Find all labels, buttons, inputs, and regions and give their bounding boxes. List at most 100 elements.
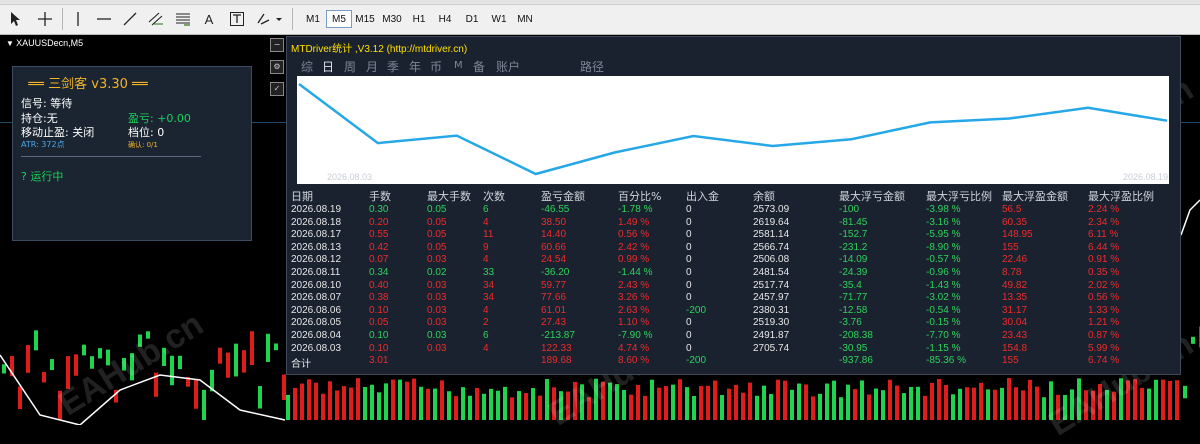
candle (1183, 385, 1187, 399)
candle (993, 389, 997, 420)
channel-icon[interactable] (147, 9, 165, 29)
timeframe-w1[interactable]: W1 (486, 10, 512, 28)
table-cell: -14.09 (839, 254, 868, 266)
table-cell: 1.33 % (1088, 304, 1120, 316)
candle (384, 383, 388, 420)
crosshair-icon[interactable] (36, 9, 54, 29)
horizontal-line-icon[interactable] (95, 9, 113, 29)
candle (433, 388, 437, 420)
table-cell: -1.15 % (926, 342, 961, 354)
column-header: 余额 (753, 190, 775, 203)
candle (356, 378, 360, 420)
settings-icon[interactable]: ⚙ (270, 60, 284, 74)
table-cell: 61.01 (541, 304, 567, 316)
tab-currency[interactable]: 币 (430, 58, 442, 75)
candle (286, 394, 290, 420)
table-cell: 23.43 (1002, 330, 1028, 341)
table-cell: 0 (686, 216, 692, 228)
candle (944, 384, 948, 420)
tab-monthly[interactable]: 月 (366, 58, 378, 75)
candle (552, 387, 556, 420)
column-header: 次数 (483, 190, 505, 203)
text-label-icon[interactable] (228, 9, 246, 29)
cursor-icon[interactable] (7, 9, 23, 29)
timeframe-m1[interactable]: M1 (300, 10, 326, 28)
timeframe-h4[interactable]: H4 (432, 10, 458, 28)
table-cell: -7.90 % (618, 330, 653, 341)
stats-panel-title: MTDriver统计 ,V3.12 (http://mtdriver.cn) (291, 44, 468, 55)
candle (293, 387, 297, 420)
column-header: 日期 (291, 190, 313, 203)
tab-weekly[interactable]: 周 (344, 58, 356, 75)
table-cell: -8.90 % (926, 241, 961, 253)
candle (671, 384, 675, 420)
candle (138, 334, 142, 347)
candle (1168, 380, 1172, 420)
tab-yearly[interactable]: 年 (409, 58, 421, 75)
candle (1042, 397, 1046, 420)
equity-line (298, 82, 1168, 176)
candle (307, 379, 311, 420)
shapes-icon[interactable] (255, 9, 285, 29)
candle (608, 382, 612, 420)
timeframe-d1[interactable]: D1 (459, 10, 485, 28)
minimize-icon[interactable]: − (270, 38, 284, 52)
candle (615, 384, 619, 420)
table-cell: 1.49 % (618, 216, 650, 228)
table-cell: -12.58 (839, 304, 868, 316)
tab-notes[interactable]: 备 (473, 58, 485, 75)
table-cell: 0.05 (427, 241, 447, 253)
fibonacci-icon[interactable] (174, 9, 192, 29)
table-cell: -3.98 % (926, 204, 961, 215)
text-icon[interactable]: A (201, 9, 217, 29)
timeframe-m30[interactable]: M30 (379, 10, 405, 28)
timeframe-h1[interactable]: H1 (406, 10, 432, 28)
candle (440, 380, 444, 420)
tab-path[interactable]: 路径 (580, 58, 604, 75)
tab-magic[interactable]: M (454, 60, 463, 71)
table-cell: 30.04 (1002, 317, 1028, 329)
table-cell: 0.20 (369, 216, 389, 228)
candle (531, 388, 535, 420)
candle (839, 397, 843, 420)
timeframe-mn[interactable]: MN (512, 10, 538, 28)
timeframe-m15[interactable]: M15 (352, 10, 378, 28)
vertical-line-icon[interactable] (70, 9, 86, 29)
table-cell: 0 (686, 229, 692, 241)
candle (685, 387, 689, 420)
candle (419, 386, 423, 420)
table-cell: 2457.97 (753, 292, 790, 304)
table-cell: 0.99 % (618, 254, 650, 266)
atr-row: ATR: 372点 (21, 139, 65, 150)
table-cell: 0.55 (369, 229, 389, 241)
table-cell: -0.57 % (926, 254, 961, 266)
candle (250, 331, 254, 365)
table-cell: 0.34 (369, 267, 389, 278)
candle (370, 384, 374, 420)
tab-account[interactable]: 账户 (496, 58, 520, 75)
candle (510, 397, 514, 420)
tab-daily[interactable]: 日 (322, 58, 334, 75)
candle (1147, 388, 1151, 420)
checkmark-icon[interactable]: ✓ (270, 82, 284, 96)
table-cell: 13.35 (1002, 292, 1028, 304)
table-cell: 2026.08.06 (291, 304, 342, 316)
table-cell: 122.33 (541, 342, 572, 354)
table-cell: 0.03 (427, 254, 447, 266)
table-cell: 2566.74 (753, 241, 790, 253)
timeframe-m5[interactable]: M5 (326, 10, 352, 28)
table-cell: 77.66 (541, 292, 567, 304)
trendline-icon[interactable] (121, 9, 139, 29)
tab-quarterly[interactable]: 季 (387, 58, 399, 75)
chart-toolbar: A M1 M5 M15 M30 H1 H4 D1 W1 MN (0, 0, 1200, 35)
table-cell: -5.95 % (926, 229, 961, 241)
dropdown-arrow-icon[interactable]: ▼ (6, 39, 16, 48)
candle (1049, 381, 1053, 420)
table-cell: -1.78 % (618, 204, 653, 215)
candle (178, 355, 182, 370)
table-cell: 2519.30 (753, 317, 790, 329)
table-cell: -7.70 % (926, 330, 961, 341)
candle (1098, 383, 1102, 420)
table-cell: 8.78 (1002, 267, 1022, 278)
tab-summary[interactable]: 综 (301, 58, 313, 75)
